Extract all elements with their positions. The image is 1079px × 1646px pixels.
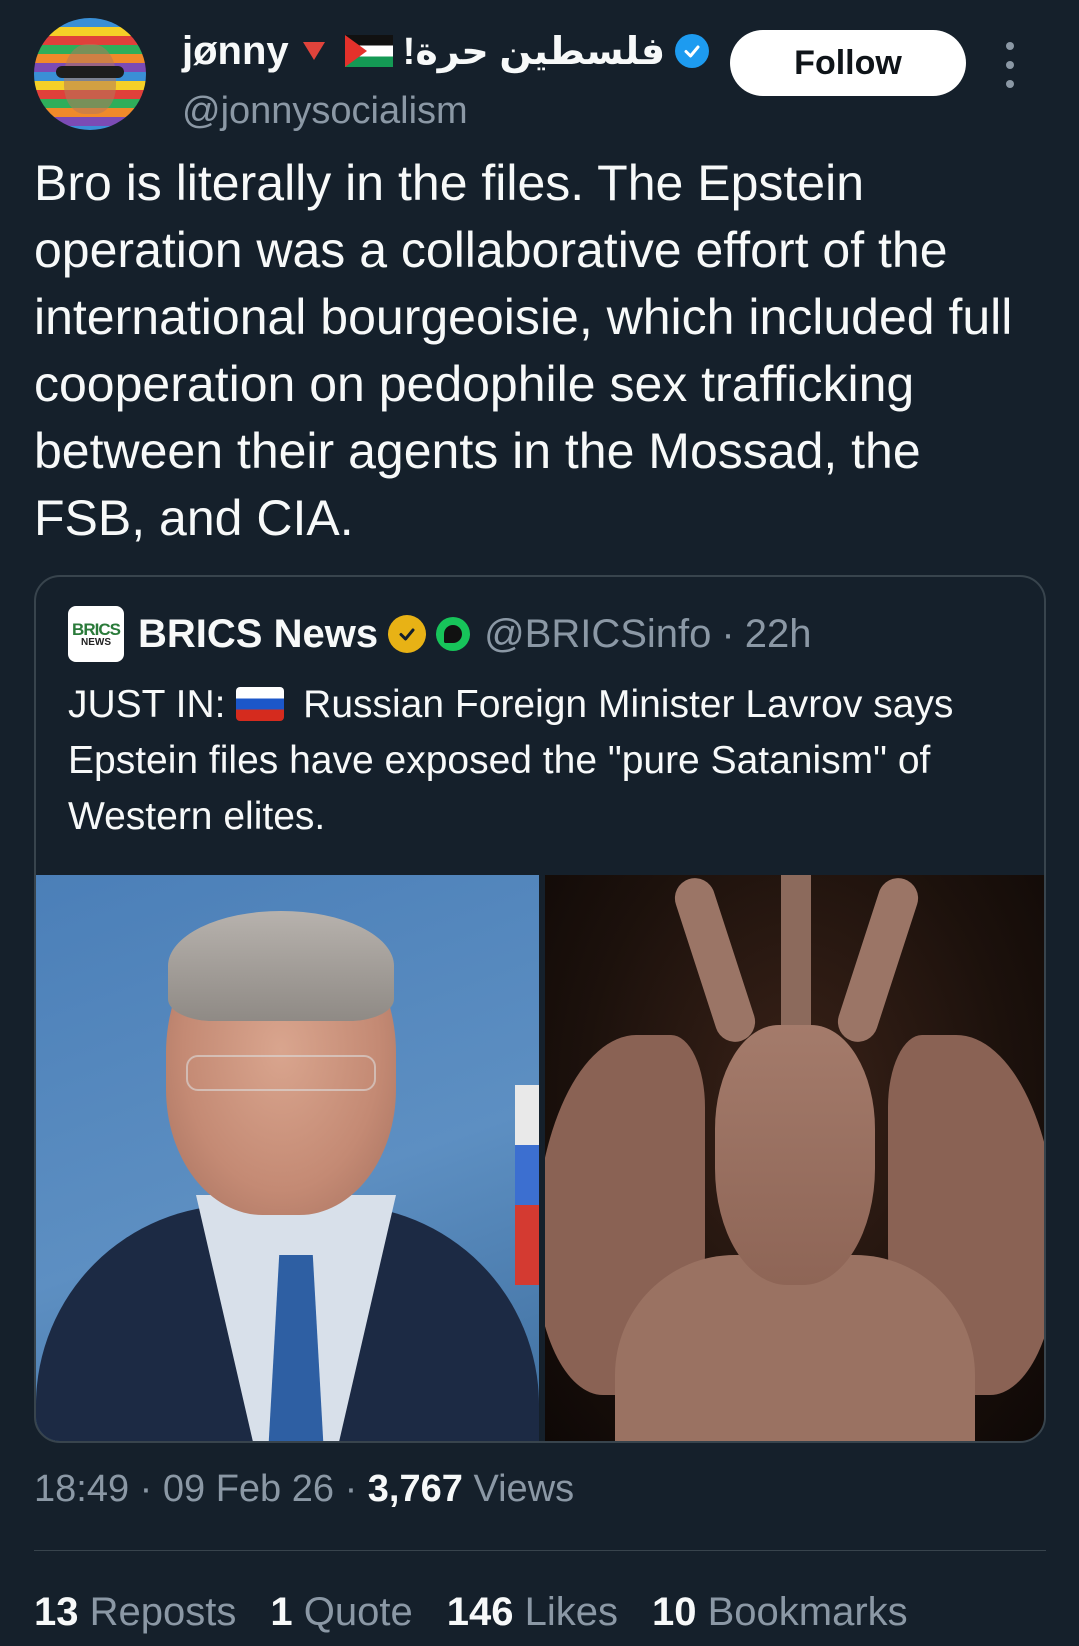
reposts-count: 13 xyxy=(34,1590,79,1634)
avatar-eyes xyxy=(56,66,124,78)
quotes-stat[interactable]: 1 Quote xyxy=(270,1590,412,1635)
russia-flag-icon xyxy=(236,687,285,721)
torch-shape xyxy=(781,875,811,1035)
quotes-count: 1 xyxy=(270,1590,293,1634)
left-horn-shape xyxy=(669,875,761,1048)
more-dot xyxy=(1006,42,1014,50)
likes-count: 146 xyxy=(446,1590,514,1634)
checkmark-icon xyxy=(399,628,415,641)
quoted-tweet-header: BRICS NEWS BRICS News @BRICSinfo · 22h xyxy=(68,605,811,663)
verified-badge-icon[interactable] xyxy=(675,34,710,68)
quoted-tweet-prefix: JUST IN: xyxy=(68,683,226,726)
avatar-face xyxy=(64,44,116,114)
reposts-stat[interactable]: 13 Reposts xyxy=(34,1590,236,1635)
logo-text-line2: NEWS xyxy=(81,636,111,648)
quotes-label: Quote xyxy=(303,1590,413,1634)
goat-head-shape xyxy=(715,1025,875,1285)
quoted-image-statue[interactable] xyxy=(545,875,1044,1441)
quoted-author-name[interactable]: BRICS News xyxy=(138,612,378,657)
glasses-shape xyxy=(186,1055,376,1091)
tweet-time[interactable]: 18:49 xyxy=(34,1468,129,1510)
brics-news-logo[interactable]: BRICS NEWS xyxy=(68,606,124,662)
checkmark-icon xyxy=(684,45,700,58)
engagement-stats: 13 Reposts 1 Quote 146 Likes 10 Bookmark… xyxy=(34,1590,908,1635)
author-name-row: jønny فلسطين حرة! xyxy=(182,26,710,76)
bookmarks-stat[interactable]: 10 Bookmarks xyxy=(652,1590,908,1635)
likes-label: Likes xyxy=(524,1590,618,1634)
separator: · xyxy=(721,611,735,656)
tweet-date[interactable]: 09 Feb 26 xyxy=(163,1468,334,1510)
gold-verified-badge-icon[interactable] xyxy=(388,615,427,653)
red-triangle-icon xyxy=(302,42,325,60)
right-horn-shape xyxy=(832,875,924,1048)
reposts-label: Reposts xyxy=(89,1590,237,1634)
more-dot xyxy=(1006,80,1014,88)
quoted-image-lavrov[interactable] xyxy=(36,875,539,1441)
follow-button[interactable]: Follow xyxy=(730,30,966,96)
separator: · xyxy=(344,1468,358,1510)
bookmarks-count: 10 xyxy=(651,1590,697,1634)
quoted-tweet-text: JUST IN: Russian Foreign Minister Lavrov… xyxy=(68,677,1028,845)
tweet-page: jønny فلسطين حرة! @jonnysocialism Follow… xyxy=(0,0,1079,1646)
views-count: 3,767 xyxy=(367,1468,463,1510)
quoted-tweet-time[interactable]: 22h xyxy=(745,612,812,657)
quoted-tweet-card[interactable]: BRICS NEWS BRICS News @BRICSinfo · 22h J… xyxy=(34,575,1046,1443)
more-options-icon[interactable] xyxy=(998,42,1022,88)
likes-stat[interactable]: 146 Likes xyxy=(447,1590,618,1635)
author-name-arabic: فلسطين حرة! xyxy=(402,30,666,73)
hair-shape xyxy=(168,911,394,1021)
author-display-name[interactable]: jønny xyxy=(182,29,289,74)
views-label: Views xyxy=(473,1468,575,1510)
author-handle[interactable]: @jonnysocialism xyxy=(182,90,468,133)
tweet-text: Bro is literally in the files. The Epste… xyxy=(34,155,1013,546)
more-dot xyxy=(1006,61,1014,69)
separator: · xyxy=(139,1468,153,1510)
tweet-header: jønny فلسطين حرة! @jonnysocialism Follow xyxy=(34,18,1044,134)
tweet-meta: 18:49 · 09 Feb 26 · 3,767 Views xyxy=(34,1468,574,1511)
quoted-author-handle[interactable]: @BRICSinfo xyxy=(484,612,711,657)
palestine-flag-icon xyxy=(344,35,393,67)
avatar[interactable] xyxy=(34,18,146,130)
green-badge-icon xyxy=(436,617,471,651)
logo-text-line1: BRICS xyxy=(72,619,121,639)
divider xyxy=(34,1550,1046,1551)
flag-background xyxy=(515,1085,539,1285)
green-badge-inner xyxy=(444,625,463,643)
bookmarks-label: Bookmarks xyxy=(707,1590,908,1634)
